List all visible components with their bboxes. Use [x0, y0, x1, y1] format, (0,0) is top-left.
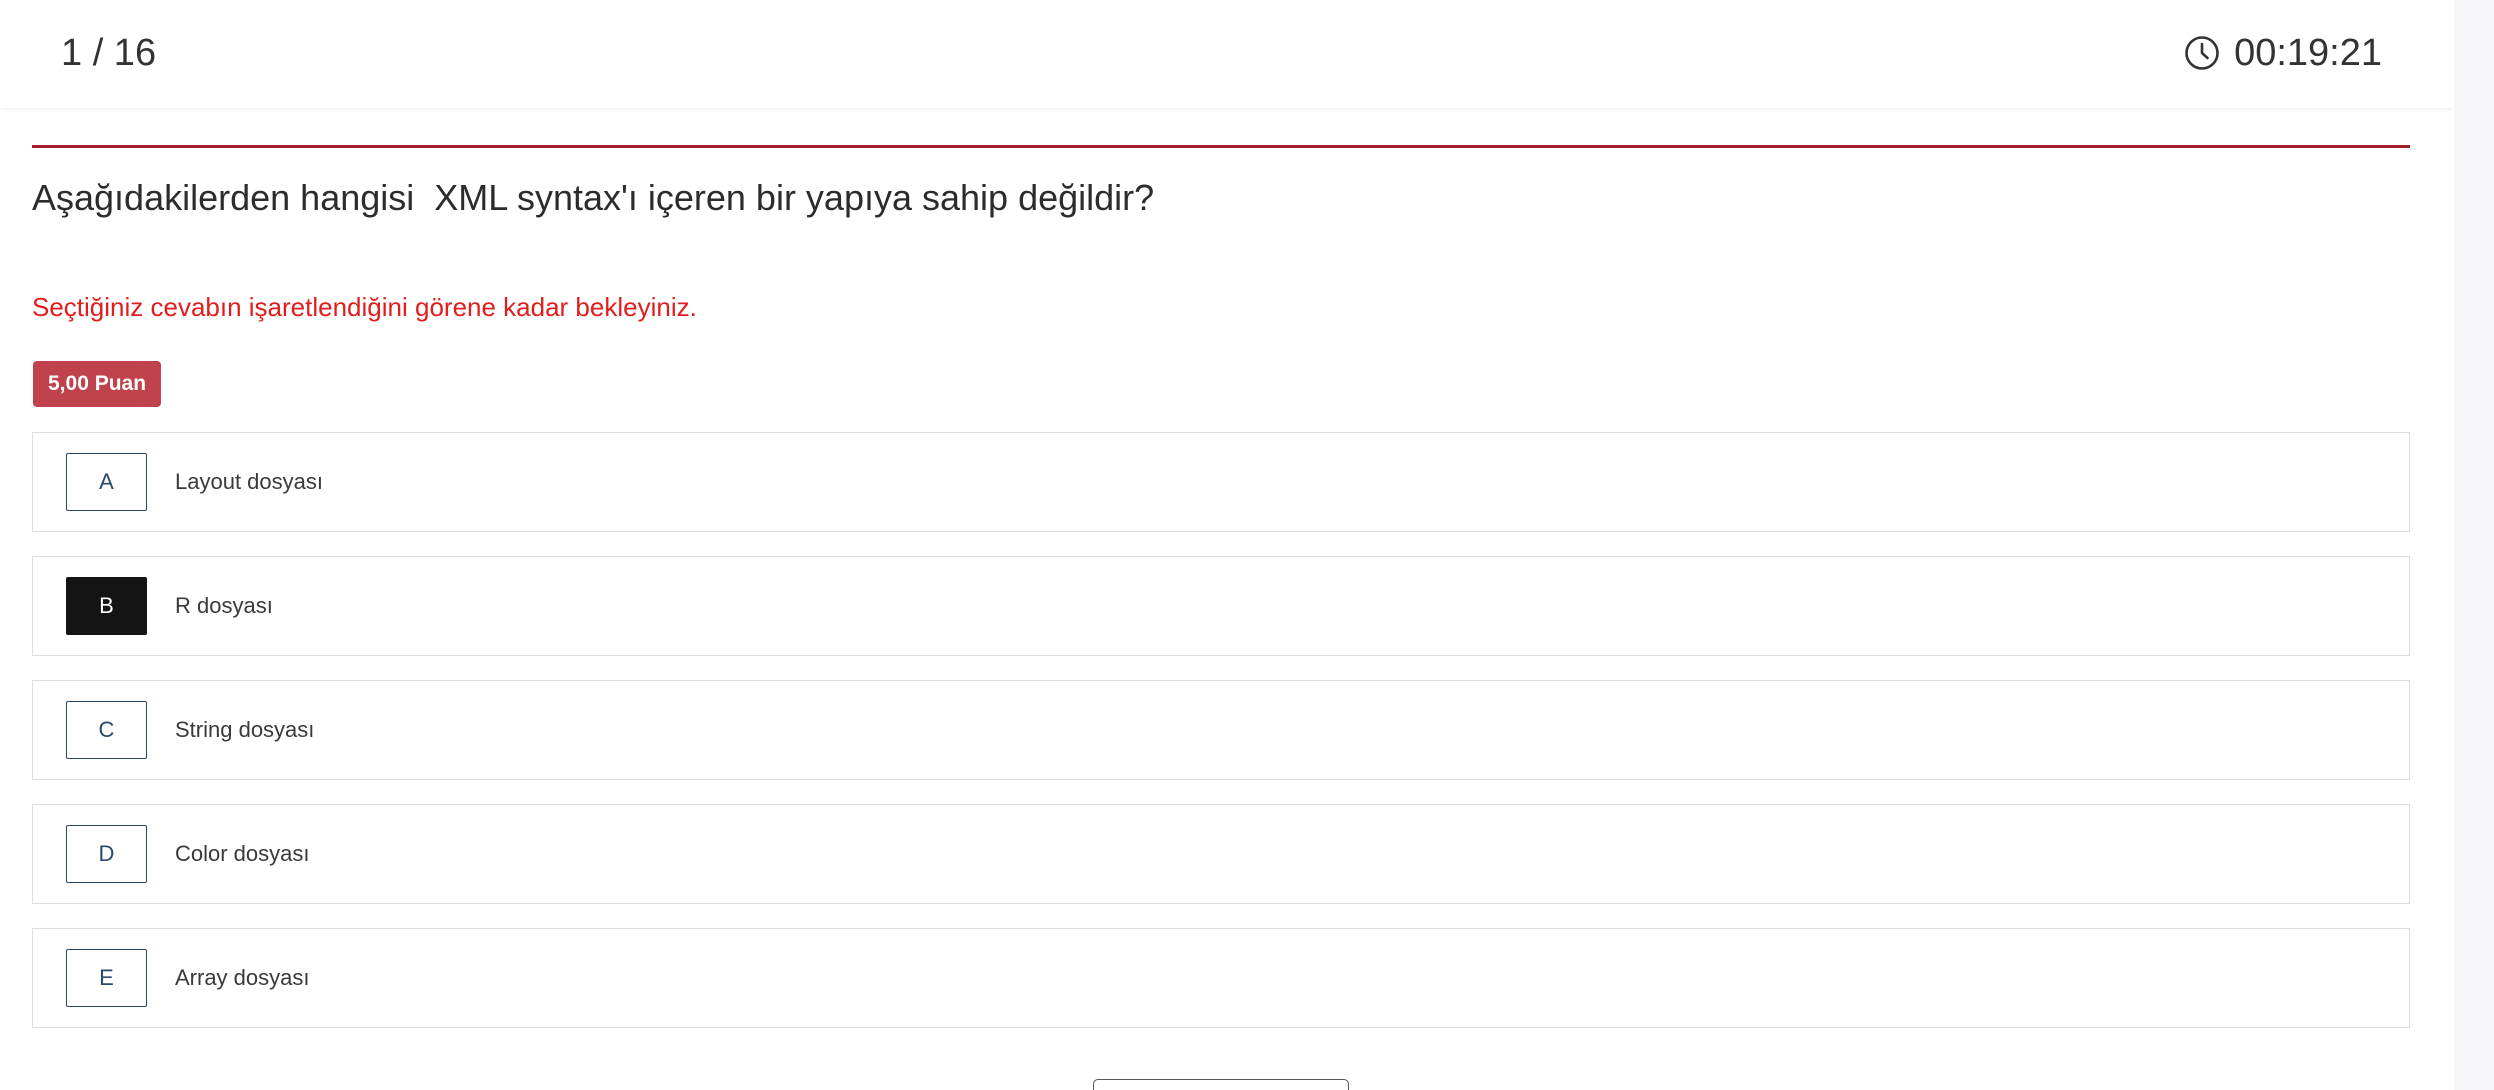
option-b-text: R dosyası	[175, 593, 273, 618]
timer: 00:19:21	[2184, 28, 2382, 78]
option-e[interactable]: E Array dosyası	[32, 928, 2410, 1028]
option-e-letter[interactable]: E	[66, 949, 147, 1007]
option-d[interactable]: D Color dosyası	[32, 804, 2410, 904]
option-d-letter[interactable]: D	[66, 825, 147, 883]
scrollbar-track[interactable]	[2454, 0, 2494, 1090]
question-counter: 1 / 16	[61, 32, 157, 74]
option-d-text: Color dosyası	[175, 841, 310, 866]
option-a-text: Layout dosyası	[175, 469, 323, 494]
option-c-letter[interactable]: C	[66, 701, 147, 759]
next-button[interactable]	[1093, 1079, 1349, 1090]
top-bar: 1 / 16 00:19:21	[0, 0, 2454, 108]
option-b-letter[interactable]: B	[66, 577, 147, 635]
option-b[interactable]: B R dosyası	[32, 556, 2410, 656]
option-a-letter[interactable]: A	[66, 453, 147, 511]
question-text: Aşağıdakilerden hangisi XML syntax'ı içe…	[32, 177, 1155, 218]
option-a[interactable]: A Layout dosyası	[32, 432, 2410, 532]
clock-icon	[2185, 36, 2219, 70]
exam-page: 1 / 16 00:19:21 Aşağıdakilerden hangisi …	[0, 0, 2494, 1090]
option-c-text: String dosyası	[175, 717, 315, 742]
divider	[32, 145, 2410, 148]
timer-value: 00:19:21	[2234, 31, 2382, 74]
option-c[interactable]: C String dosyası	[32, 680, 2410, 780]
option-e-text: Array dosyası	[175, 965, 310, 990]
wait-notice: Seçtiğiniz cevabın işaretlendiğini gören…	[32, 292, 697, 322]
points-badge: 5,00 Puan	[33, 361, 162, 407]
